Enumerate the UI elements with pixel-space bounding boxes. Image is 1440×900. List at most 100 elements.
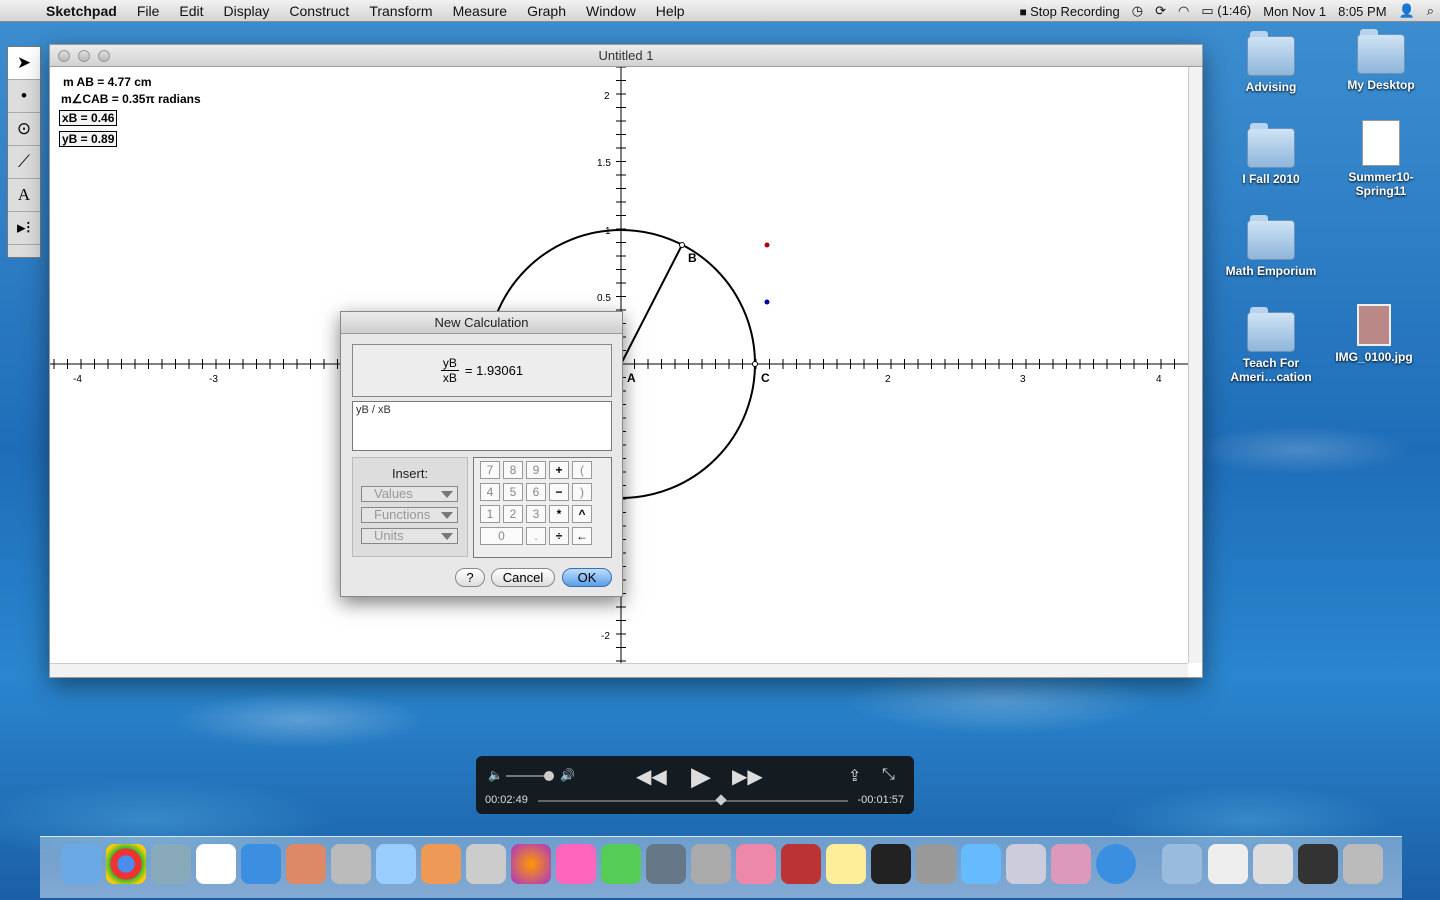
user-icon[interactable]: 👤: [1393, 3, 1421, 19]
pdf-document-icon[interactable]: [1253, 844, 1293, 884]
fullscreen-icon[interactable]: ⤡: [882, 766, 895, 784]
sync-icon[interactable]: ⟳: [1149, 3, 1172, 19]
grapher-icon[interactable]: [511, 844, 551, 884]
share-icon[interactable]: ⇪: [848, 766, 861, 786]
text-tool-icon[interactable]: A: [8, 179, 40, 212]
sketchpad-icon[interactable]: [556, 844, 596, 884]
play-icon[interactable]: ▶: [691, 761, 711, 792]
arrow-tool-icon[interactable]: ➤: [8, 47, 40, 80]
zoom-icon[interactable]: [98, 50, 110, 62]
segment-ab[interactable]: [620, 244, 683, 365]
key-2[interactable]: 2: [503, 505, 523, 523]
key-8[interactable]: 8: [503, 461, 523, 479]
quicktime-icon[interactable]: [1096, 844, 1136, 884]
menu-app-name[interactable]: Sketchpad: [36, 0, 127, 22]
window-titlebar[interactable]: Untitled 1: [50, 45, 1202, 67]
address-book-icon[interactable]: [1051, 844, 1091, 884]
activity-monitor-icon[interactable]: [871, 844, 911, 884]
help-button[interactable]: ?: [455, 568, 485, 587]
playhead[interactable]: [715, 794, 727, 806]
point-tool-icon[interactable]: •: [8, 80, 40, 113]
measure-xb[interactable]: xB = 0.46: [59, 110, 118, 126]
screen-recording-icon[interactable]: [1298, 844, 1338, 884]
menu-construct[interactable]: Construct: [279, 0, 359, 22]
home-folder-icon[interactable]: [1208, 844, 1248, 884]
key-backspace[interactable]: ←: [572, 527, 592, 545]
desktop-folder-fall-2010[interactable]: I Fall 2010: [1221, 123, 1321, 186]
point-b[interactable]: [679, 242, 685, 248]
safari-icon[interactable]: [961, 844, 1001, 884]
dictionary-icon[interactable]: [781, 844, 821, 884]
desktop-folder-math-emporium[interactable]: Math Emporium: [1221, 215, 1321, 278]
volume-knob[interactable]: [544, 771, 554, 781]
key-open-paren[interactable]: (: [572, 461, 592, 479]
itunes-icon[interactable]: [241, 844, 281, 884]
menu-window[interactable]: Window: [576, 0, 646, 22]
iphoto-icon[interactable]: [286, 844, 326, 884]
menu-transform[interactable]: Transform: [359, 0, 442, 22]
key-multiply[interactable]: *: [549, 505, 569, 523]
key-close-paren[interactable]: ): [572, 483, 592, 501]
menubar-time[interactable]: 8:05 PM: [1332, 4, 1392, 19]
cancel-button[interactable]: Cancel: [491, 568, 555, 587]
units-dropdown[interactable]: Units: [361, 528, 458, 544]
calculator-icon[interactable]: [466, 844, 506, 884]
key-9[interactable]: 9: [526, 461, 546, 479]
mail-icon[interactable]: [151, 844, 191, 884]
horizontal-scrollbar[interactable]: [50, 663, 1188, 677]
compass-tool-icon[interactable]: ⊙: [8, 113, 40, 146]
spotlight-icon[interactable]: ⌕: [1421, 3, 1440, 19]
system-preferences-icon[interactable]: [916, 844, 956, 884]
chrome-icon[interactable]: [106, 844, 146, 884]
point-c[interactable]: [752, 361, 758, 367]
rewind-icon[interactable]: ◀◀: [636, 764, 667, 789]
finder-icon[interactable]: [61, 844, 101, 884]
time-machine-icon[interactable]: ◷: [1126, 3, 1149, 19]
expression-field[interactable]: yB / xB: [352, 401, 612, 451]
ok-button[interactable]: OK: [562, 568, 612, 587]
key-1[interactable]: 1: [480, 505, 500, 523]
menu-edit[interactable]: Edit: [169, 0, 213, 22]
menu-file[interactable]: File: [127, 0, 170, 22]
desktop-folder-teach-for-america[interactable]: Teach For Ameri…cation: [1221, 307, 1321, 384]
texshop-icon[interactable]: [646, 844, 686, 884]
keynote-icon[interactable]: [421, 844, 461, 884]
plotted-point-red[interactable]: [764, 242, 770, 248]
key-divide[interactable]: ÷: [549, 527, 569, 545]
close-icon[interactable]: [58, 50, 70, 62]
vertical-scrollbar[interactable]: [1188, 67, 1202, 663]
menu-help[interactable]: Help: [646, 0, 695, 22]
desktop-file-img-0100[interactable]: IMG_0100.jpg: [1324, 304, 1424, 364]
stickies-icon[interactable]: [826, 844, 866, 884]
geogebra-icon[interactable]: [601, 844, 641, 884]
measure-angle[interactable]: m∠CAB = 0.35π radians: [61, 92, 201, 106]
menubar-date[interactable]: Mon Nov 1: [1257, 4, 1332, 19]
key-power[interactable]: ^: [572, 505, 592, 523]
numbers-icon[interactable]: [376, 844, 416, 884]
plotted-point-blue[interactable]: [764, 299, 770, 305]
preview-icon[interactable]: [331, 844, 371, 884]
key-plus[interactable]: +: [549, 461, 569, 479]
key-4[interactable]: 4: [480, 483, 500, 501]
calendar-icon[interactable]: [196, 844, 236, 884]
desktop-folder-my-desktop[interactable]: My Desktop: [1331, 29, 1431, 92]
straightedge-tool-icon[interactable]: ⟋: [8, 146, 40, 179]
photo-booth-icon[interactable]: [1006, 844, 1046, 884]
key-7[interactable]: 7: [480, 461, 500, 479]
measure-yb[interactable]: yB = 0.89: [59, 131, 118, 147]
desktop-folder-advising[interactable]: Advising: [1221, 31, 1321, 94]
scrubber-track[interactable]: [538, 800, 848, 802]
functions-dropdown[interactable]: Functions: [361, 507, 458, 523]
applications-folder-icon[interactable]: [1162, 844, 1202, 884]
desktop-file-summer10-spring11[interactable]: Summer10-Spring11: [1331, 120, 1431, 198]
values-dropdown[interactable]: Values: [361, 486, 458, 502]
key-decimal[interactable]: .: [526, 527, 546, 545]
menu-graph[interactable]: Graph: [517, 0, 576, 22]
key-minus[interactable]: −: [549, 483, 569, 501]
trash-icon[interactable]: [1343, 844, 1383, 884]
key-0[interactable]: 0: [480, 527, 523, 545]
battery-status[interactable]: ▭ (1:46): [1195, 3, 1257, 19]
measure-ab[interactable]: m AB = 4.77 cm: [63, 75, 152, 89]
wolfram-icon[interactable]: [736, 844, 776, 884]
key-3[interactable]: 3: [526, 505, 546, 523]
